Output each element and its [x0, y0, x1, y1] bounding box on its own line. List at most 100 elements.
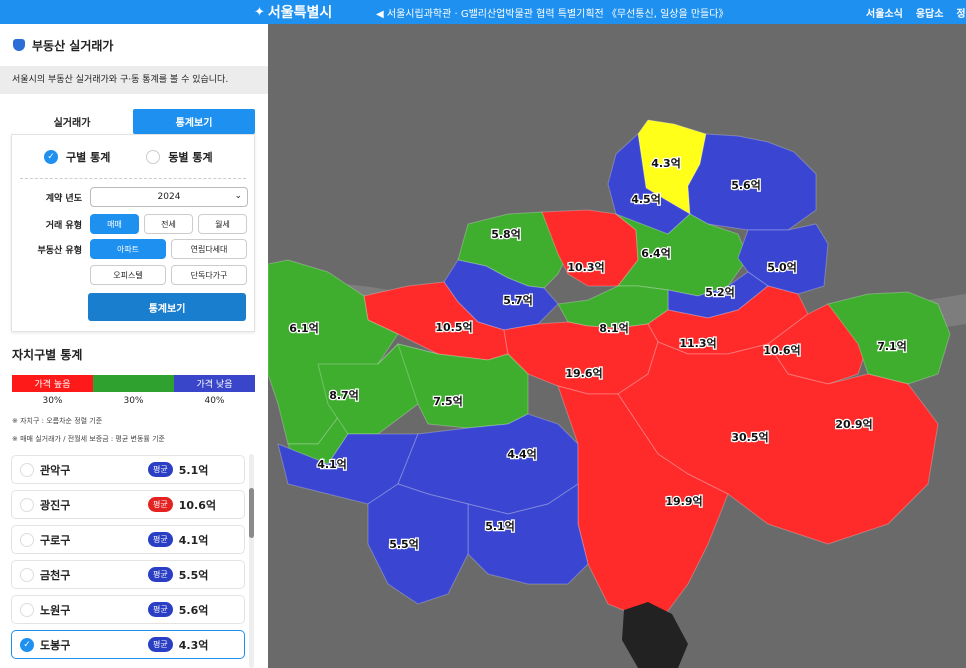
seoul-logo-icon: ✦	[254, 4, 265, 20]
link-seoul-news[interactable]: 서울소식	[866, 5, 903, 20]
seoul-logo[interactable]: ✦ 서울특별시	[254, 2, 332, 22]
legend-pct-mid: 30%	[123, 396, 144, 406]
list-item[interactable]: 노원구 평균 5.6억	[11, 595, 245, 624]
year-value: 2024	[157, 192, 181, 202]
radio-district-stats[interactable]: ✓ 구별 통계	[44, 149, 110, 165]
stats-title: 자치구별 통계	[12, 348, 83, 362]
district-map[interactable]: 4.3억 5.6억 4.5억 5.8억 6.4억 10.3억 5.0억 5.7억…	[268, 24, 966, 668]
avg-badge: 평균	[148, 497, 173, 512]
property-option-detached[interactable]: 단독다가구	[171, 265, 247, 285]
link-eungdapso[interactable]: 응답소	[916, 5, 944, 20]
label-gangseo: 6.1억	[289, 322, 319, 335]
checkbox-icon[interactable]	[20, 462, 34, 477]
label-guro: 4.1억	[317, 458, 347, 471]
label-seongdong: 11.3억	[679, 337, 716, 350]
label-seocho: 19.9억	[665, 495, 702, 508]
legend-mid	[93, 375, 174, 392]
radio-label: 동별 통계	[168, 150, 213, 164]
filter-panel: ✓ 구별 통계 동별 통계 계약 년도 2024 ⌄ 거래 유형 매매 전세 월…	[11, 134, 255, 332]
list-item-selected[interactable]: ✓ 도봉구 평균 4.3억	[11, 630, 245, 659]
label-songpa: 20.9억	[835, 418, 872, 431]
year-select[interactable]: 2024 ⌄	[90, 187, 248, 207]
deal-option-jeonse[interactable]: 전세	[144, 214, 193, 234]
avg-badge: 평균	[148, 532, 173, 547]
deal-option-monthly[interactable]: 월세	[198, 214, 247, 234]
legend-high: 가격 높음	[12, 375, 93, 392]
district-value: 5.1억	[178, 463, 209, 477]
list-item[interactable]: 관악구 평균 5.1억	[11, 455, 245, 484]
deal-type-row: 거래 유형 매매 전세 월세	[20, 214, 252, 234]
note-sort: ※ 자치구 : 오름차순 정렬 기준	[12, 417, 103, 425]
checkbox-icon[interactable]	[20, 602, 34, 617]
legend-low: 가격 낮음	[174, 375, 255, 392]
year-row: 계약 년도 2024 ⌄	[20, 187, 248, 207]
tab-statistics[interactable]: 통계보기	[133, 109, 255, 134]
label-nowon: 5.6억	[731, 179, 761, 192]
district-list: 관악구 평균 5.1억 광진구 평균 10.6억 구로구 평균 4.1억 금천구…	[11, 455, 245, 665]
property-type-label: 부동산 유형	[37, 245, 82, 256]
property-option-rowhouse[interactable]: 연립다세대	[171, 239, 247, 259]
label-seongbuk: 6.4억	[641, 247, 671, 260]
list-item[interactable]: 광진구 평균 10.6억	[11, 490, 245, 519]
label-seodaemun: 5.7억	[503, 294, 533, 307]
label-yangcheon: 8.7억	[329, 389, 359, 402]
check-icon[interactable]: ✓	[20, 637, 34, 652]
label-gangnam: 30.5억	[731, 431, 768, 444]
logo-text: 서울특별시	[267, 5, 333, 21]
tab-transactions[interactable]: 실거래가	[11, 109, 133, 134]
district-value: 4.3억	[178, 638, 209, 652]
radio-empty-icon	[146, 149, 161, 164]
checkbox-icon[interactable]	[20, 497, 34, 512]
sidebar-description: 서울시의 부동산 실거래가와 구·동 통계를 볼 수 있습니다.	[0, 66, 268, 94]
property-option-apartment[interactable]: 아파트	[90, 239, 166, 259]
label-eunpyeong: 5.8억	[491, 228, 521, 241]
view-tabs: 실거래가 통계보기	[11, 109, 255, 134]
list-item[interactable]: 금천구 평균 5.5억	[11, 560, 245, 589]
view-stats-button[interactable]: 통계보기	[88, 293, 246, 321]
district-name: 구로구	[40, 533, 71, 547]
label-yongsan: 19.6억	[565, 367, 602, 380]
checkbox-icon[interactable]	[20, 567, 34, 582]
avg-badge: 평균	[148, 602, 173, 617]
checkbox-icon[interactable]	[20, 532, 34, 547]
price-legend: 가격 높음 가격 낮음	[12, 375, 255, 392]
district-list-scrollbar[interactable]	[249, 454, 254, 668]
property-option-officetel[interactable]: 오피스텔	[90, 265, 166, 285]
label-mapo: 10.5억	[435, 321, 472, 334]
map-canvas: 4.3억 5.6억 4.5억 5.8억 6.4억 10.3억 5.0억 5.7억…	[268, 24, 966, 668]
note-basis: ※ 매매 실거래가 / 전월세 보증금 : 평균 변동률 기준	[12, 435, 165, 443]
list-item[interactable]: 구로구 평균 4.1억	[11, 525, 245, 554]
top-bar: ✦ 서울특별시 ◀︎ 서울시립과학관 · G밸리산업박물관 협력 특별기획전 《…	[0, 0, 966, 24]
sidebar-header: 부동산 실거래가	[0, 24, 268, 66]
legend-pct-low: 40%	[204, 396, 225, 406]
stat-mode-radios: ✓ 구별 통계 동별 통계	[20, 135, 246, 179]
deal-option-sale[interactable]: 매매	[90, 214, 139, 234]
scrollbar-thumb[interactable]	[249, 488, 254, 538]
header-links: 서울소식 응답소 정	[866, 5, 966, 20]
house-icon	[13, 39, 25, 51]
label-gwangjin: 10.6억	[763, 344, 800, 357]
district-name: 금천구	[40, 568, 71, 582]
label-yeongdeungpo: 7.5억	[433, 395, 463, 408]
speaker-icon: ◀︎	[376, 9, 384, 20]
legend-pct-high: 30%	[42, 396, 63, 406]
notice-banner[interactable]: ◀︎ 서울시립과학관 · G밸리산업박물관 협력 특별기획전 《무선통신, 일상…	[376, 5, 728, 20]
label-dobong: 4.3억	[651, 157, 681, 170]
property-type-row: 부동산 유형 아파트 연립다세대	[20, 239, 252, 259]
label-geumcheon: 5.5억	[389, 538, 419, 551]
sidebar-title: 부동산 실거래가	[32, 38, 114, 53]
link-truncated[interactable]: 정	[956, 5, 965, 20]
legend-percentages: 30% 30% 40%	[12, 396, 255, 406]
radio-dong-stats[interactable]: 동별 통계	[146, 149, 213, 165]
label-jungnang: 5.0억	[767, 261, 797, 274]
label-gangdong: 7.1억	[877, 340, 907, 353]
district-name: 도봉구	[40, 638, 71, 652]
property-type-row-2: 오피스텔 단독다가구	[20, 265, 252, 285]
notice-text: 서울시립과학관 · G밸리산업박물관 협력 특별기획전 《무선통신, 일상을 만…	[386, 9, 729, 20]
chevron-down-icon: ⌄	[234, 191, 242, 201]
radio-label: 구별 통계	[66, 150, 111, 164]
label-dongdaemun: 5.2억	[705, 286, 735, 299]
year-label: 계약 년도	[45, 193, 82, 204]
label-jongno: 10.3억	[567, 261, 604, 274]
label-dongjak: 4.4억	[507, 448, 537, 461]
